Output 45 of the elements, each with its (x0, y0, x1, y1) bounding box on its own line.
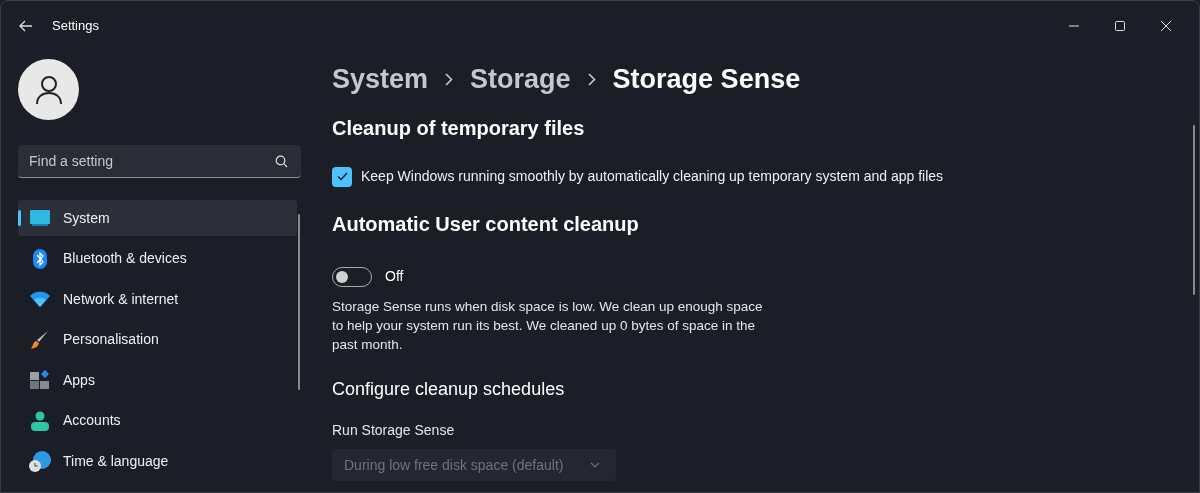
chevron-icon (587, 72, 596, 86)
toggle-label: Off (385, 267, 404, 286)
breadcrumb-item: Storage Sense (612, 62, 801, 96)
nav-label: Personalisation (63, 330, 159, 350)
monitor-icon (30, 210, 50, 226)
nav-item[interactable]: Accounts (18, 402, 297, 439)
breadcrumb-item[interactable]: System (332, 58, 429, 100)
description: Storage Sense runs when disk space is low. We clean up enough space to help your system run its best. We cleaned up 0 bytes of space in the past month. (332, 298, 764, 354)
search-field[interactable]: Find a setting (18, 145, 301, 178)
nav-label: Accounts (63, 411, 121, 431)
field-label: Run Storage Sense (332, 421, 456, 440)
wifi-icon (30, 291, 50, 308)
nav-item[interactable]: Time & language (18, 443, 297, 480)
window-title: Settings (52, 17, 99, 36)
scrollbar[interactable] (1193, 125, 1195, 295)
checkbox[interactable] (332, 166, 352, 187)
person-icon (34, 74, 63, 105)
nav-item[interactable]: Personalisation (18, 321, 297, 358)
back-icon[interactable] (19, 19, 33, 33)
section-heading: Automatic User content cleanup (332, 212, 640, 237)
checkbox-label: Keep Windows running smoothly by automatically cleaning up temporary system and app files (361, 167, 944, 186)
section-heading: Cleanup of temporary files (332, 116, 586, 141)
chevron-icon (445, 72, 454, 86)
apps-icon (30, 370, 50, 391)
nav-label: Bluetooth & devices (63, 249, 187, 269)
section-heading: Configure cleanup schedules (332, 378, 566, 401)
nav-label: Apps (63, 370, 95, 390)
nav-item[interactable]: Bluetooth & devices (18, 240, 297, 277)
brush-icon (30, 329, 50, 350)
nav-item[interactable]: System (18, 200, 297, 236)
search-icon[interactable] (275, 155, 288, 168)
nav-label: Network & internet (63, 289, 179, 309)
selection-indicator (18, 210, 21, 226)
nav-item[interactable]: Apps (18, 362, 297, 399)
nav-item[interactable]: Network & internet (18, 281, 297, 318)
check-icon (336, 172, 348, 181)
nav-label: System (63, 208, 110, 228)
chevron-down-icon (590, 462, 600, 468)
avatar[interactable] (18, 59, 79, 120)
person-icon (31, 410, 49, 431)
bluetooth-icon (33, 248, 47, 269)
scrollbar[interactable] (298, 214, 300, 390)
globe-clock-icon (29, 450, 51, 473)
breadcrumb-item[interactable]: Storage (470, 58, 571, 100)
nav-label: Time & language (63, 452, 169, 472)
